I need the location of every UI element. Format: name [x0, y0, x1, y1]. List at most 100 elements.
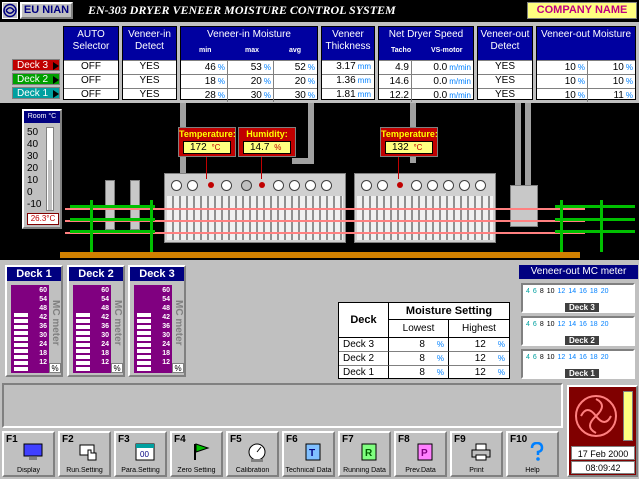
- mc-meter-label: MC meter: [112, 300, 123, 346]
- veneer-out-detect-header: Veneer-out Detect: [478, 27, 532, 60]
- highest-deck1[interactable]: 12%: [449, 366, 509, 379]
- lowest-deck3[interactable]: 8%: [389, 338, 449, 352]
- meter-tick: 18: [162, 350, 170, 357]
- f3-para-setting-button[interactable]: F3 00 Para.Setting: [114, 431, 167, 477]
- mc-deck-name: Deck 1: [565, 369, 599, 378]
- status-gauge: [623, 391, 633, 441]
- infeed-rail: [70, 230, 155, 233]
- fkey-number: F6: [286, 434, 298, 445]
- lowest-value: 8: [419, 339, 425, 350]
- humidity-readout: Humidity: 14.7 %: [238, 127, 296, 157]
- humidity-sensor-icon: [259, 182, 265, 188]
- deck-3-mc-meter: Deck 3 60 54 48 42 36 30 24 18 12 MC met…: [128, 265, 186, 377]
- mc-deck-name: Deck 3: [565, 303, 599, 312]
- mc-scale-tick: 18: [589, 288, 598, 295]
- f5-calibration-button[interactable]: F5 Calibration: [226, 431, 279, 477]
- mc-segment: [14, 355, 28, 359]
- fkey-label: Zero Setting: [177, 467, 216, 474]
- meter-pct: %: [172, 363, 184, 373]
- highest-deck3[interactable]: 12%: [449, 338, 509, 352]
- f6-technical-data-button[interactable]: F6 T Technical Data: [282, 431, 335, 477]
- fkey-label: Print: [469, 467, 484, 474]
- lowest-deck2[interactable]: 8%: [389, 352, 449, 366]
- auto-selector-deck1[interactable]: OFF: [64, 88, 118, 102]
- mc-scale-tick: 20: [600, 321, 609, 328]
- mc-segment: [14, 349, 28, 353]
- meter-pct: %: [111, 363, 123, 373]
- f1-display-button[interactable]: F1 Display: [2, 431, 55, 477]
- outlet-pipe-b: [525, 103, 531, 188]
- fkey-number: F2: [62, 434, 74, 445]
- room-thermometer: Room °C 50 40 30 20 10 0 -10 26.3°C: [22, 109, 62, 229]
- mc-segment: [76, 361, 90, 365]
- mc-scale-tick: 16: [579, 321, 587, 328]
- pct-unit: %: [577, 63, 585, 72]
- mm-unit: mm: [357, 76, 371, 85]
- f10-help-button[interactable]: F10 Help: [506, 431, 559, 477]
- mc-scale-tick: 14: [568, 321, 577, 328]
- veneer-belt-deck3: [65, 208, 585, 210]
- avg-value: 30: [294, 90, 306, 101]
- mc-segment: [137, 343, 151, 347]
- pct-unit: %: [263, 77, 271, 86]
- clock-panel: 17 Feb 2000 08:09:42: [567, 385, 638, 477]
- tacho-value: 4.9: [395, 62, 409, 73]
- title-bar: EU NIAN EN-303 DRYER VENEER MOISTURE CON…: [0, 0, 639, 22]
- auto-selector-header: AUTO Selector: [64, 27, 118, 60]
- min-value: 28: [204, 90, 216, 101]
- fan-icon: [427, 180, 438, 191]
- veneer-in-detect-deck1: YES: [123, 88, 176, 102]
- date-display: 17 Feb 2000: [571, 446, 635, 460]
- deck-1-arrow-icon: [53, 90, 59, 98]
- exhaust-pipe: [308, 103, 314, 163]
- deck-2-mc-meter: Deck 2 60 54 48 42 36 30 24 18 12 MC met…: [67, 265, 125, 377]
- lowest-deck1[interactable]: 8%: [389, 366, 449, 379]
- pct-unit: %: [217, 63, 225, 72]
- auto-selector-deck3[interactable]: OFF: [64, 60, 118, 74]
- meter-tick: 18: [101, 350, 109, 357]
- pointer-line: [261, 157, 262, 179]
- mc-scale-tick: 14: [568, 354, 577, 361]
- tacho-value: 12.2: [389, 90, 409, 101]
- meter-pct: %: [49, 363, 61, 373]
- pct-unit: %: [217, 91, 225, 100]
- highest-value: 12: [474, 353, 486, 364]
- mc-scale: 4 6 8 10 12 14 16 18 20: [526, 321, 612, 328]
- meter-tick: 42: [39, 314, 47, 321]
- veneer-out-mc-meter-title: Veneer-out MC meter: [519, 265, 638, 279]
- pct-unit: %: [625, 77, 633, 86]
- exhaust-fan-icon: [241, 180, 252, 191]
- setting-deck-label: Deck 1: [339, 366, 389, 379]
- out-value: 10: [564, 76, 576, 87]
- fan-icon: [273, 180, 284, 191]
- moisture-min-label: min: [199, 47, 212, 54]
- highest-deck2[interactable]: 12%: [449, 352, 509, 366]
- infeed-post: [90, 200, 93, 252]
- hand-pointer-icon: [79, 444, 97, 461]
- speed-deck2: 14.6 0.0 m/min: [379, 74, 473, 88]
- f9-print-button[interactable]: F9 Print: [450, 431, 503, 477]
- document-p-icon-text: P: [421, 448, 428, 459]
- f4-zero-setting-button[interactable]: F4 Zero Setting: [170, 431, 223, 477]
- out-value: 10: [612, 62, 624, 73]
- veneer-out-mc-deck3: 4 6 8 10 12 14 16 18 20 Deck 3: [521, 283, 635, 313]
- f2-run-setting-button[interactable]: F2 Run.Setting: [58, 431, 111, 477]
- tacho-value: 14.6: [389, 76, 409, 87]
- moisture-max-label: max: [245, 47, 260, 54]
- f8-prev-data-button[interactable]: F8 P Prev.Data: [394, 431, 447, 477]
- fkey-number: F5: [230, 434, 242, 445]
- monitor-icon: [23, 443, 43, 460]
- mc-scale-tick: 20: [600, 354, 609, 361]
- auto-selector-deck2[interactable]: OFF: [64, 74, 118, 88]
- min-value: 18: [204, 76, 216, 87]
- speed-deck1: 12.2 0.0 m/min: [379, 88, 473, 102]
- mc-scale-tick: 8: [539, 321, 544, 328]
- pct-unit: %: [497, 354, 505, 363]
- f7-running-data-button[interactable]: F7 R Running Data: [338, 431, 391, 477]
- document-p-icon: P: [417, 443, 433, 461]
- auto-selector-panel: AUTO Selector OFF OFF OFF: [63, 26, 119, 100]
- temperature-1-value: 172 °C: [183, 141, 231, 154]
- fan-icon: [321, 180, 332, 191]
- meter-tick: 60: [101, 287, 109, 294]
